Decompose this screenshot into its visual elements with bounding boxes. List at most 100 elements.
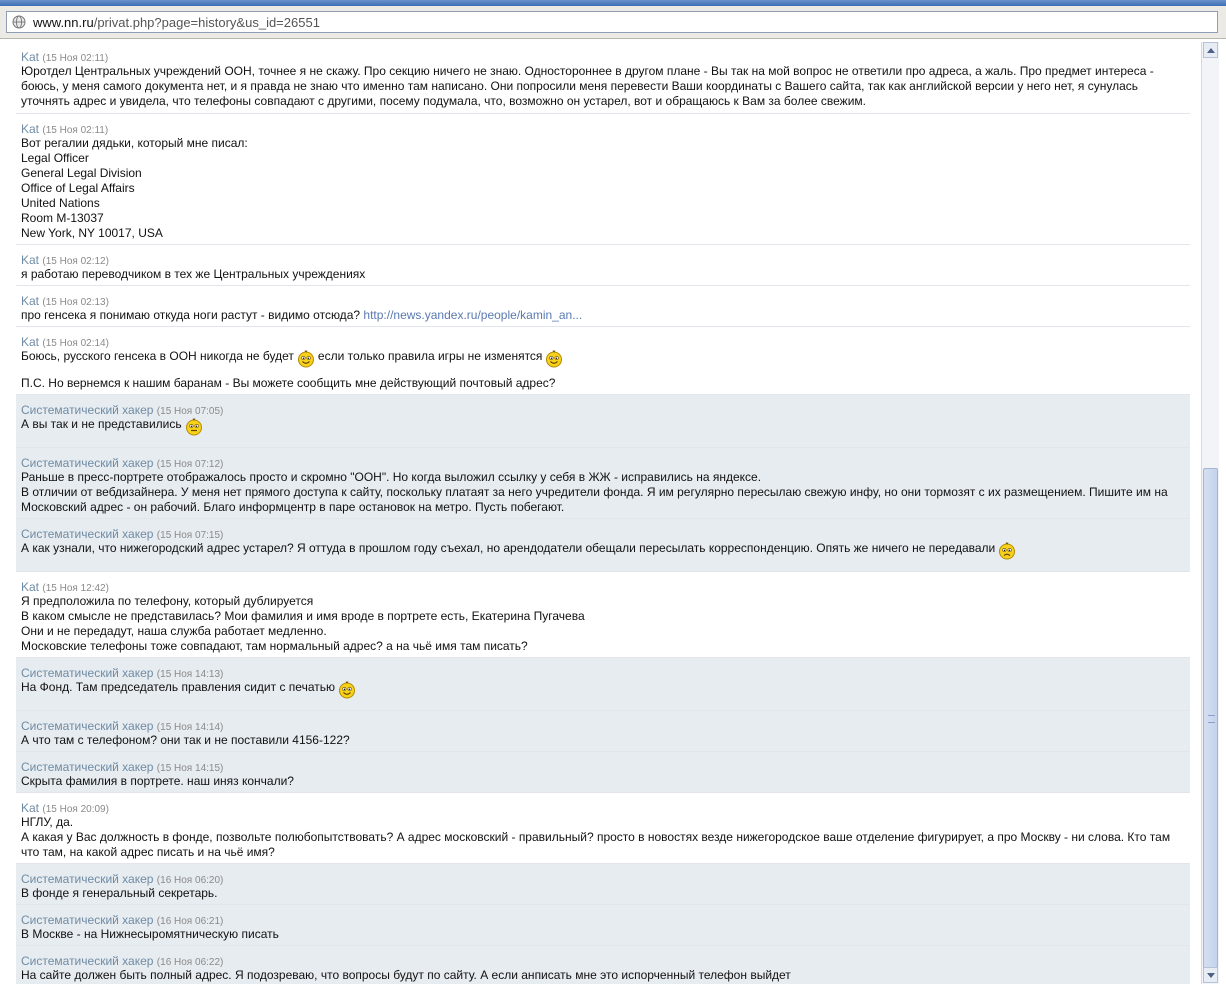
url-path: /privat.php?page=history&us_id=26551 — [93, 15, 320, 30]
address-bar[interactable]: www.nn.ru/privat.php?page=history&us_id=… — [6, 11, 1218, 33]
author-link[interactable]: Систематический хакер — [21, 527, 153, 541]
message-text-span: В каком смысле не представилась? Мои фам… — [21, 609, 585, 623]
message-text: Я предположила по телефону, который дубл… — [21, 594, 1185, 609]
message-link[interactable]: http://news.yandex.ru/people/kamin_an... — [363, 308, 582, 322]
message-item: Kat (15 Ноя 02:14) Боюсь, русского генсек… — [16, 327, 1190, 395]
message-item: Kat (15 Ноя 02:11) Юротдел Центральных уч… — [16, 42, 1190, 114]
message-text: Боюсь, русского генсека в ООН никогда не… — [21, 349, 1185, 368]
message-item: Kat (15 Ноя 02:12) я работаю переводчиком… — [16, 245, 1190, 286]
author-link[interactable]: Kat — [21, 335, 39, 349]
message-timestamp: (15 Ноя 02:12) — [42, 256, 109, 267]
message-text-span: А что там с телефоном? они так и не пост… — [21, 733, 350, 747]
globe-icon — [12, 15, 26, 29]
message-text-span: Юротдел Центральных учреждений ООН, точн… — [21, 64, 1154, 108]
message-timestamp: (16 Ноя 06:21) — [156, 916, 224, 927]
author-link[interactable]: Kat — [21, 580, 39, 594]
author-link[interactable]: Kat — [21, 122, 39, 136]
author-link[interactable]: Kat — [21, 294, 39, 308]
message-text-span: В Москве - на Нижнесыромятническую писат… — [21, 927, 279, 941]
author-link[interactable]: Систематический хакер — [21, 719, 153, 733]
message-timestamp: (15 Ноя 02:11) — [42, 125, 109, 136]
message-text-span: если только правила игры не изменятся — [317, 349, 543, 363]
message-text: Вот регалии дядьки, который мне писал: — [21, 136, 1185, 151]
message-text: А какая у Вас должность в фонде, позволь… — [21, 830, 1185, 860]
author-link[interactable]: Kat — [21, 50, 39, 64]
message-text-span: А как узнали, что нижегородский адрес ус… — [21, 541, 996, 555]
message-text: А вы так и не представились — [21, 417, 1185, 436]
message-text: В Москве - на Нижнесыромятническую писат… — [21, 927, 1185, 942]
message-text: В фонде я генеральный секретарь. — [21, 886, 1185, 901]
message-item: Kat (15 Ноя 20:09) НГЛУ, да. А какая у Вас… — [16, 793, 1190, 864]
author-link[interactable]: Kat — [21, 253, 39, 267]
message-text: Они и не передадут, наша служба работает… — [21, 624, 1185, 639]
message-header: Kat (15 Ноя 12:42) — [21, 580, 1185, 594]
message-text: United Nations — [21, 196, 1185, 211]
message-text: New York, NY 10017, USA — [21, 226, 1185, 241]
scrollbar-thumb[interactable] — [1203, 468, 1218, 968]
message-text-span: Боюсь, русского генсека в ООН никогда не… — [21, 349, 294, 363]
message-text-span: я работаю переводчиком в тех же Централь… — [21, 267, 366, 281]
message-item: Систематический хакер (16 Ноя 06:22) На с… — [16, 946, 1190, 984]
message-text-span: Office of Legal Affairs — [21, 181, 135, 195]
author-link[interactable]: Систематический хакер — [21, 456, 153, 470]
message-text-span: НГЛУ, да. — [21, 815, 74, 829]
author-link[interactable]: Систематический хакер — [21, 872, 153, 886]
message-text: В каком смысле не представилась? Мои фам… — [21, 609, 1185, 624]
message-item: Kat (15 Ноя 02:11) Вот регалии дядьки, ко… — [16, 114, 1190, 245]
message-text: В отличии от вебдизайнера. У меня нет пр… — [21, 485, 1185, 515]
message-text: А как узнали, что нижегородский адрес ус… — [21, 541, 1185, 560]
message-text: На Фонд. Там председатель правления сиди… — [21, 680, 1185, 699]
message-item: Kat (15 Ноя 02:13) про генсека я понимаю … — [16, 286, 1190, 327]
message-item: Систематический хакер (15 Ноя 14:15) Скры… — [16, 752, 1190, 793]
message-timestamp: (15 Ноя 07:12) — [156, 459, 224, 470]
scroll-up-button[interactable] — [1203, 42, 1218, 58]
message-item: Систематический хакер (16 Ноя 06:21) В Мо… — [16, 905, 1190, 946]
smile-icon — [297, 350, 314, 368]
message-text-span: На Фонд. Там председатель правления сиди… — [21, 680, 335, 694]
message-text-span: А вы так и не представились — [21, 417, 182, 431]
message-timestamp: (15 Ноя 02:14) — [42, 338, 109, 349]
message-text-span: В отличии от вебдизайнера. У меня нет пр… — [21, 485, 1168, 514]
message-timestamp: (16 Ноя 06:22) — [156, 957, 224, 968]
message-timestamp: (15 Ноя 12:42) — [42, 583, 109, 594]
message-text: Office of Legal Affairs — [21, 181, 1185, 196]
grip-icon — [1208, 715, 1215, 723]
message-text-span: А какая у Вас должность в фонде, позволь… — [21, 830, 1171, 859]
message-text-span: Они и не передадут, наша служба работает… — [21, 624, 327, 638]
author-link[interactable]: Kat — [21, 801, 39, 815]
message-timestamp: (15 Ноя 14:14) — [156, 722, 224, 733]
message-history: Kat (15 Ноя 02:11) Юротдел Центральных уч… — [16, 42, 1190, 984]
message-header: Систематический хакер (15 Ноя 14:15) — [21, 760, 1185, 774]
message-header: Систематический хакер (15 Ноя 07:05) — [21, 403, 1185, 417]
author-link[interactable]: Систематический хакер — [21, 954, 153, 968]
message-item: Систематический хакер (15 Ноя 07:15) А ка… — [16, 519, 1190, 572]
author-link[interactable]: Систематический хакер — [21, 403, 153, 417]
message-text: НГЛУ, да. — [21, 815, 1185, 830]
message-timestamp: (15 Ноя 14:13) — [156, 669, 224, 680]
author-link[interactable]: Систематический хакер — [21, 666, 153, 680]
message-text-span: Раньше в пресс-портрете отображалось про… — [21, 470, 762, 484]
message-text: General Legal Division — [21, 166, 1185, 181]
message-header: Систематический хакер (16 Ноя 06:22) — [21, 954, 1185, 968]
message-text-span: General Legal Division — [21, 166, 142, 180]
message-text: Московские телефоны тоже совпадают, там … — [21, 639, 1185, 654]
url-host: www.nn.ru — [33, 15, 94, 30]
message-item: Систематический хакер (15 Ноя 07:05) А вы… — [16, 395, 1190, 448]
vertical-scrollbar[interactable] — [1201, 42, 1219, 984]
message-text-span: New York, NY 10017, USA — [21, 226, 163, 240]
author-link[interactable]: Систематический хакер — [21, 913, 153, 927]
message-text-span: Скрыта фамилия в портрете. наш иняз конч… — [21, 774, 294, 788]
message-header: Kat (15 Ноя 02:13) — [21, 294, 1185, 308]
arrow-down-icon — [1206, 973, 1215, 978]
scroll-down-button[interactable] — [1203, 967, 1218, 983]
message-header: Систематический хакер (15 Ноя 07:12) — [21, 456, 1185, 470]
message-item: Систематический хакер (15 Ноя 07:12) Рань… — [16, 448, 1190, 519]
author-link[interactable]: Систематический хакер — [21, 760, 153, 774]
message-text: На сайте должен быть полный адрес. Я под… — [21, 968, 1185, 983]
message-text: Юротдел Центральных учреждений ООН, точн… — [21, 64, 1185, 109]
message-timestamp: (15 Ноя 02:11) — [42, 53, 109, 64]
message-header: Систематический хакер (15 Ноя 14:14) — [21, 719, 1185, 733]
url-text: www.nn.ru/privat.php?page=history&us_id=… — [33, 15, 320, 30]
message-text: А что там с телефоном? они так и не пост… — [21, 733, 1185, 748]
